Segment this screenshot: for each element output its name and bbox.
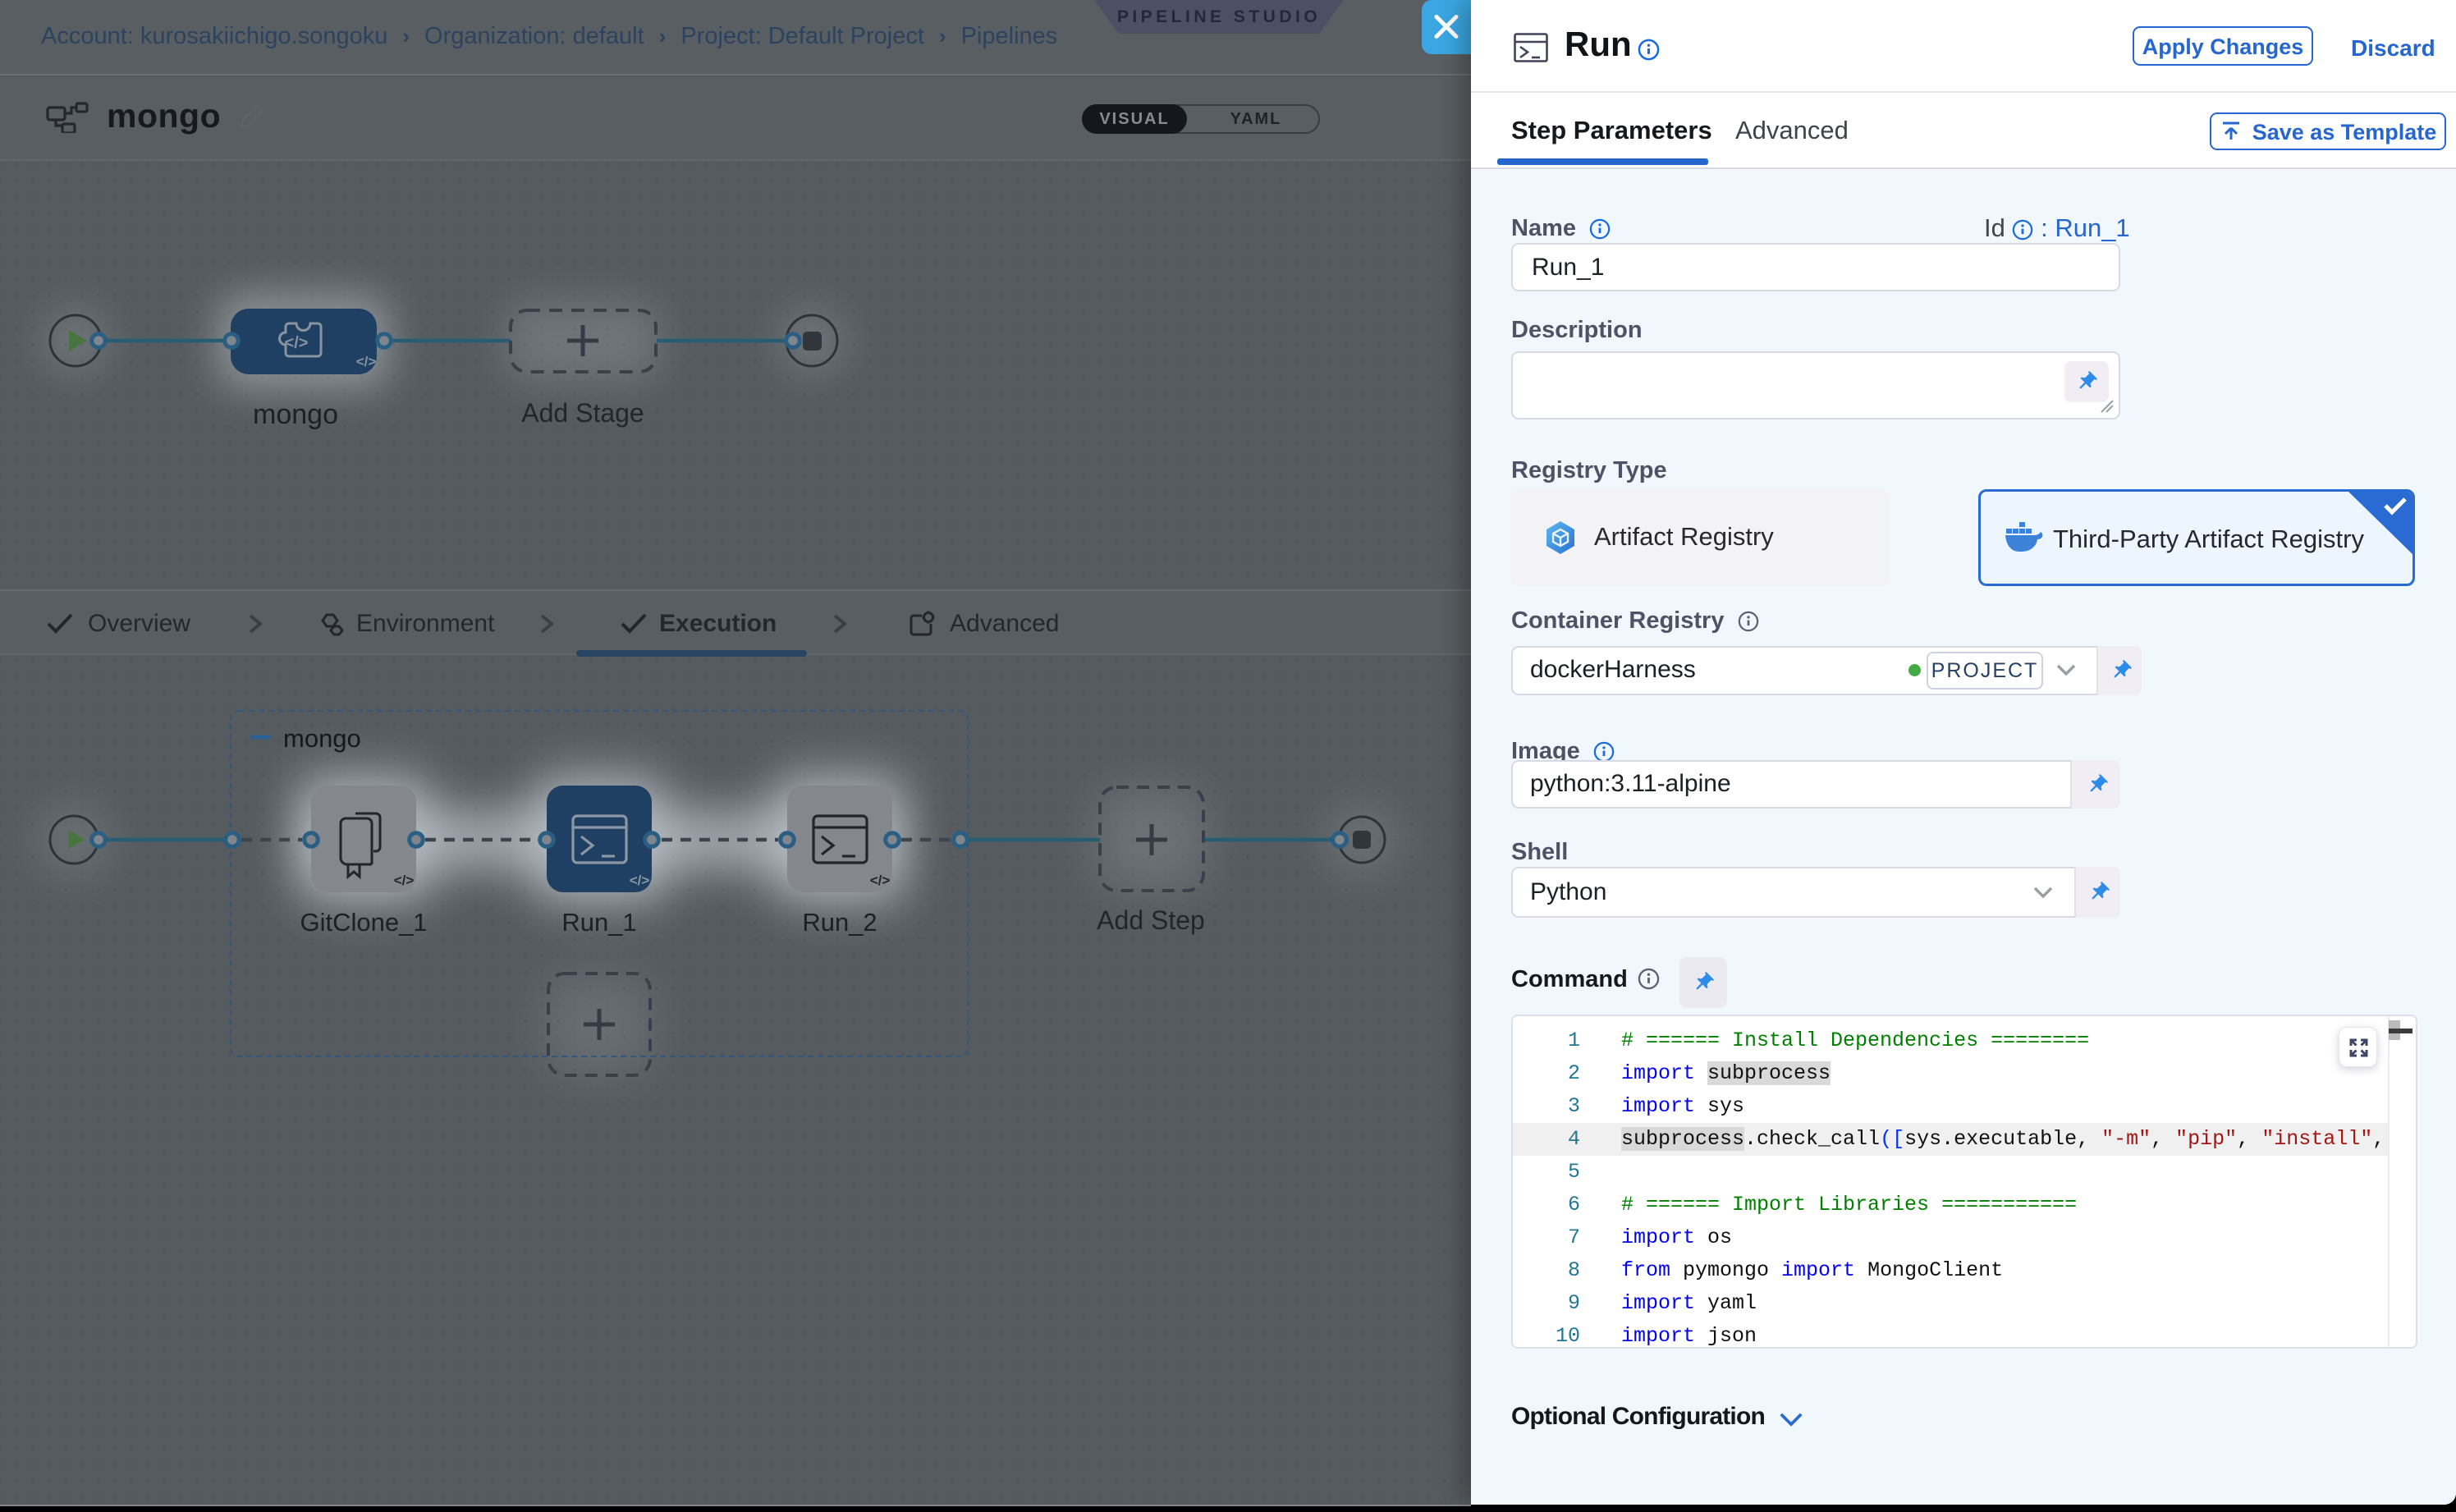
svg-text:Add Step: Add Step bbox=[1097, 905, 1205, 935]
svg-text:</>: </> bbox=[394, 873, 415, 888]
svg-text:Run_2: Run_2 bbox=[802, 908, 877, 937]
svg-text:mongo: mongo bbox=[253, 399, 338, 430]
svg-text:mongo: mongo bbox=[283, 724, 361, 753]
svg-text:Add Stage: Add Stage bbox=[521, 398, 644, 428]
svg-text:GitClone_1: GitClone_1 bbox=[300, 908, 427, 937]
svg-text:</>: </> bbox=[356, 354, 377, 369]
svg-text:</>: </> bbox=[870, 873, 891, 888]
svg-text:</>: </> bbox=[630, 873, 650, 888]
svg-text:Run_1: Run_1 bbox=[561, 908, 636, 937]
svg-text:</>: </> bbox=[285, 334, 309, 352]
